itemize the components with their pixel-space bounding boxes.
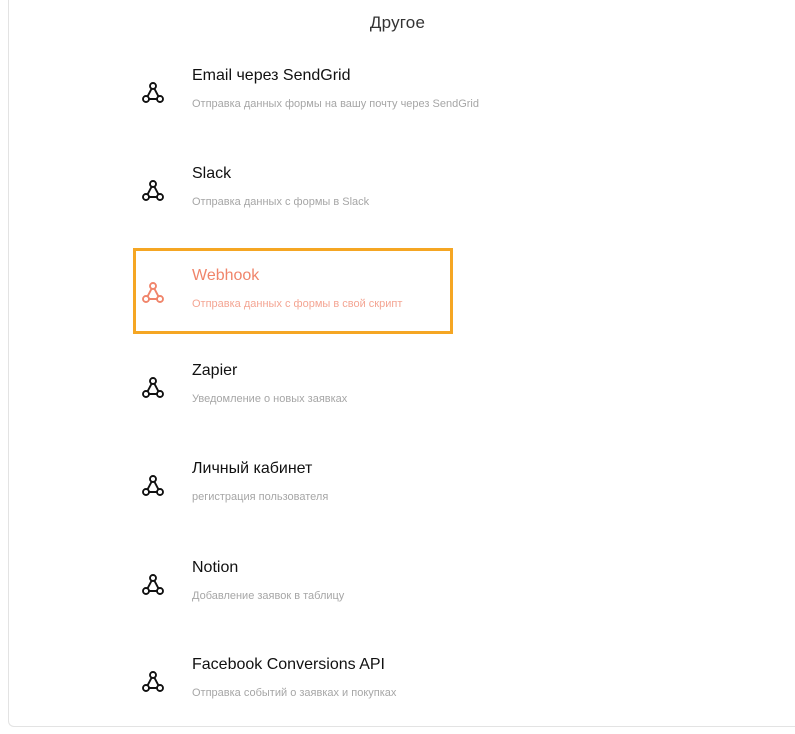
integration-description: Отправка событий о заявках и покупках	[192, 687, 397, 699]
webhook-icon	[141, 474, 165, 498]
integration-item-facebook-conversions-api[interactable]: Facebook Conversions API Отправка событи…	[133, 637, 453, 723]
integration-description: Отправка данных с формы в свой скрипт	[192, 298, 403, 310]
webhook-icon	[141, 670, 165, 694]
webhook-icon	[141, 573, 165, 597]
integration-name: Zapier	[192, 362, 238, 379]
integration-description: регистрация пользователя	[192, 491, 329, 503]
integration-item-slack[interactable]: Slack Отправка данных с формы в Slack	[133, 146, 453, 232]
integration-name: Notion	[192, 559, 239, 576]
integration-description: Уведомление о новых заявках	[192, 393, 348, 405]
integration-description: Добавление заявок в таблицу	[192, 590, 345, 602]
integration-name: Webhook	[192, 267, 260, 284]
integration-name: Email через SendGrid	[192, 67, 351, 84]
webhook-icon	[141, 179, 165, 203]
integration-item-sendgrid[interactable]: Email через SendGrid Отправка данных фор…	[133, 48, 479, 134]
integration-description: Отправка данных с формы в Slack	[192, 196, 370, 208]
integration-item-personal-account[interactable]: Личный кабинет регистрация пользователя	[133, 441, 453, 527]
webhook-icon	[141, 81, 165, 105]
integration-description: Отправка данных формы на вашу почту чере…	[192, 98, 479, 110]
section-title: Другое	[369, 13, 426, 32]
integration-item-notion[interactable]: Notion Добавление заявок в таблицу	[133, 540, 453, 626]
integration-name: Slack	[192, 165, 232, 182]
integration-item-zapier[interactable]: Zapier Уведомление о новых заявках	[133, 343, 453, 429]
integration-name: Личный кабинет	[192, 460, 313, 477]
webhook-icon	[141, 376, 165, 400]
webhook-icon	[141, 281, 165, 305]
integration-name: Facebook Conversions API	[192, 656, 385, 673]
integration-item-webhook[interactable]: Webhook Отправка данных с формы в свой с…	[133, 248, 453, 334]
